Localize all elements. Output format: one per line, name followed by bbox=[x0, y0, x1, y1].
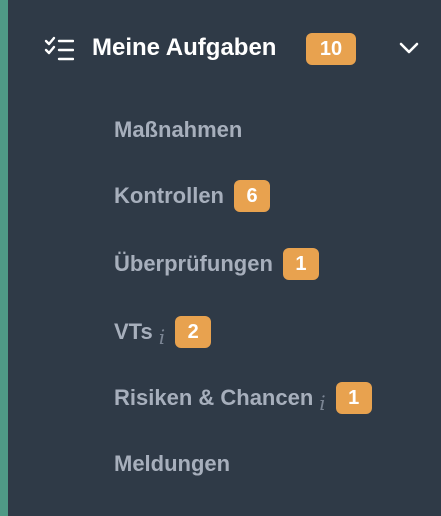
menu-item-label: Kontrollen bbox=[114, 183, 224, 208]
info-icon[interactable]: i bbox=[159, 325, 165, 349]
chevron-down-icon[interactable] bbox=[398, 40, 420, 56]
active-accent-bar bbox=[0, 0, 8, 516]
menu-item-label: Überprüfungen bbox=[114, 251, 273, 276]
info-icon[interactable]: i bbox=[319, 391, 325, 415]
menu-item-massnahmen[interactable]: Maßnahmen bbox=[114, 110, 242, 150]
menu-item-risiken-chancen[interactable]: Risiken & Chancen i 1 bbox=[114, 378, 372, 418]
my-tasks-section-header[interactable]: Meine Aufgaben 10 bbox=[30, 20, 441, 78]
section-title: Meine Aufgaben bbox=[92, 34, 277, 61]
count-badge: 6 bbox=[234, 180, 270, 212]
menu-item-label: Meldungen bbox=[114, 451, 231, 476]
count-badge: 1 bbox=[335, 382, 372, 414]
section-count-badge: 10 bbox=[306, 33, 356, 65]
menu-item-label: VTs bbox=[114, 319, 153, 344]
menu-item-meldungen[interactable]: Meldungen bbox=[114, 444, 230, 484]
menu-item-label: Maßnahmen bbox=[114, 117, 243, 142]
count-badge: 1 bbox=[282, 248, 319, 280]
menu-item-vts[interactable]: VTs i 2 bbox=[114, 312, 212, 352]
count-badge: 2 bbox=[175, 316, 212, 348]
task-list-icon bbox=[44, 36, 74, 61]
menu-item-label: Risiken & Chancen bbox=[114, 385, 314, 410]
menu-item-kontrollen[interactable]: Kontrollen 6 bbox=[114, 176, 270, 216]
menu-item-ueberpruefungen[interactable]: Überprüfungen 1 bbox=[114, 244, 319, 284]
